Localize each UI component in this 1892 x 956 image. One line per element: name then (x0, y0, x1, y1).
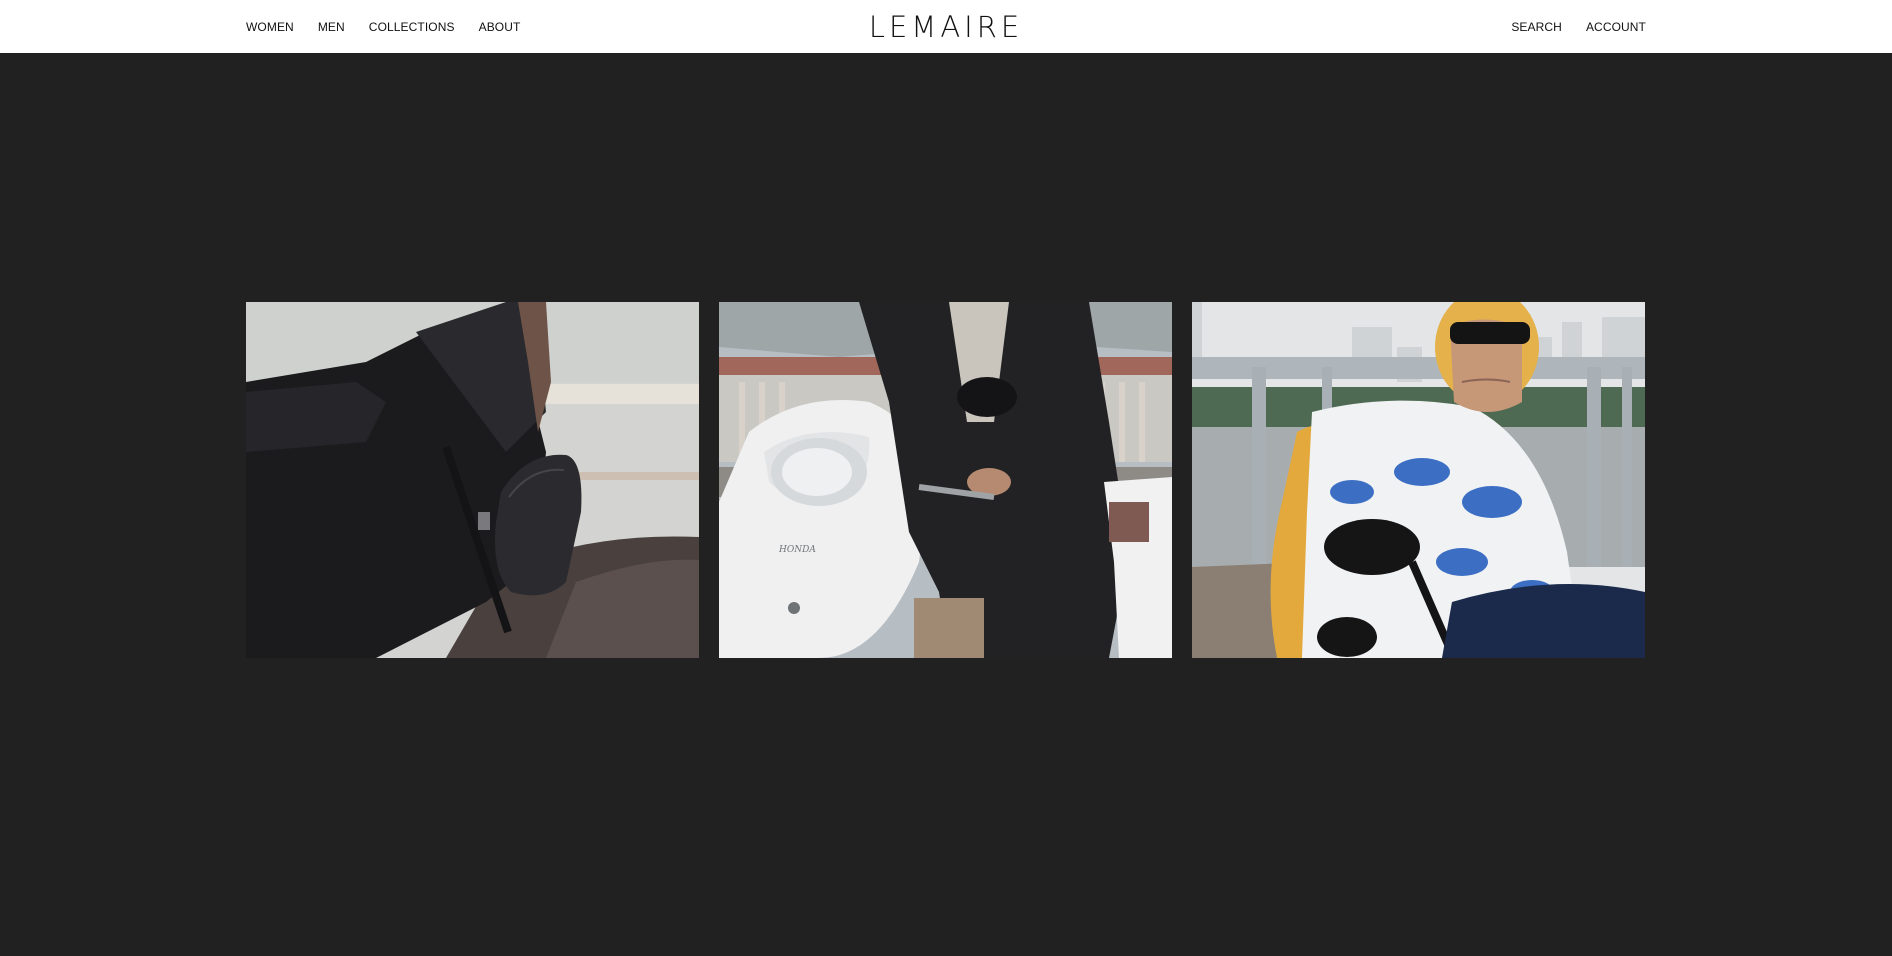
gallery-image-1[interactable] (246, 302, 699, 658)
image-gallery: HONDA (246, 302, 1645, 658)
scooter-badge-text: HONDA (778, 545, 816, 555)
rider-yellow-helmet-image (1192, 302, 1645, 658)
nav-women-link[interactable]: WOMEN (246, 20, 294, 34)
utility-nav: SEARCH ACCOUNT (1511, 0, 1646, 53)
nav-collections-link[interactable]: COLLECTIONS (369, 20, 455, 34)
primary-nav: WOMEN MEN COLLECTIONS ABOUT (246, 0, 520, 53)
gallery-image-2[interactable]: HONDA (719, 302, 1172, 658)
account-link[interactable]: ACCOUNT (1586, 20, 1646, 34)
brand-logo[interactable]: LEMAIRE (869, 10, 1023, 44)
search-link[interactable]: SEARCH (1511, 20, 1562, 34)
gallery-image-3[interactable] (1192, 302, 1645, 658)
rider-white-scooter-image: HONDA (719, 302, 1172, 658)
main-content: HONDA (0, 53, 1892, 956)
nav-about-link[interactable]: ABOUT (479, 20, 521, 34)
rider-black-jacket-image (246, 302, 699, 658)
site-header: WOMEN MEN COLLECTIONS ABOUT LEMAIRE SEAR… (0, 0, 1892, 53)
nav-men-link[interactable]: MEN (318, 20, 345, 34)
